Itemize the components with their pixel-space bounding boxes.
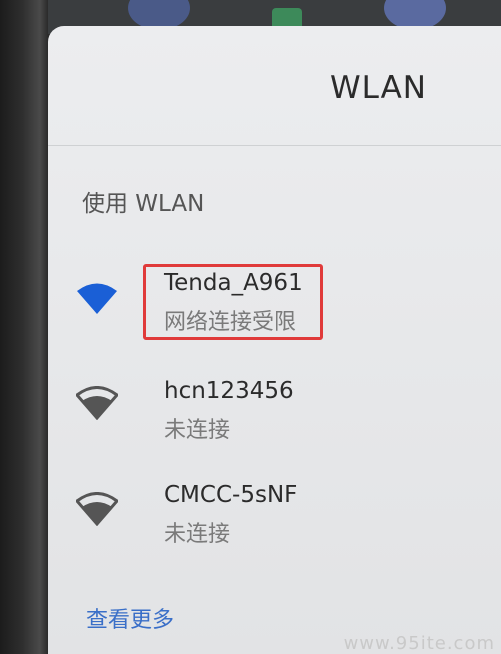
network-ssid: hcn123456: [164, 378, 294, 404]
use-wlan-label: 使用 WLAN: [82, 191, 205, 217]
network-item-cmcc[interactable]: CMCC-5sNF 未连接: [48, 468, 501, 558]
network-ssid: CMCC-5sNF: [164, 482, 298, 508]
wifi-full-icon: [77, 283, 117, 314]
watermark: www.95ite.com: [343, 633, 495, 654]
header-divider: [48, 145, 501, 146]
highlight-box: [143, 264, 323, 340]
page-title: WLAN: [329, 70, 427, 106]
see-more-link[interactable]: 查看更多: [86, 602, 174, 634]
network-item-hcn123456[interactable]: hcn123456 未连接: [48, 364, 501, 454]
wlan-panel: WLAN 使用 WLAN Tenda_A961 网络连接受限 hcn123456…: [48, 26, 501, 654]
panel-header: WLAN: [48, 26, 501, 146]
wifi-strong-icon: [76, 492, 118, 526]
wifi-strong-icon: [76, 386, 118, 420]
network-status: 未连接: [164, 522, 231, 547]
network-status: 未连接: [164, 418, 231, 443]
